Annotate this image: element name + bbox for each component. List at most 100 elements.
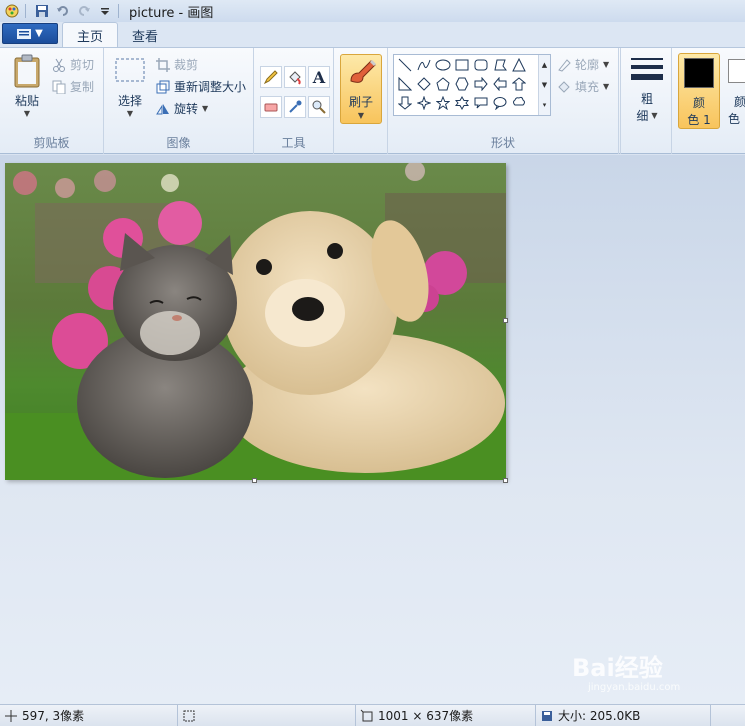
text-tool[interactable]: A — [308, 66, 330, 88]
chevron-down-icon: ▼ — [23, 109, 31, 118]
puppy-kitten-photo — [5, 163, 506, 480]
right-triangle-shape[interactable] — [396, 75, 414, 93]
up-arrow-shape[interactable] — [510, 75, 528, 93]
tab-view[interactable]: 查看 — [118, 23, 172, 47]
color1-label: 色 1 — [687, 113, 711, 127]
rect-callout-icon — [474, 97, 488, 109]
clipboard-group: 粘贴 ▼ 剪切 复制 剪贴板 — [0, 48, 104, 154]
rotate-button[interactable]: 旋转 ▼ — [156, 100, 208, 117]
magnifier-icon — [312, 100, 326, 114]
rounded-rectangle-shape[interactable] — [472, 56, 490, 74]
image-dimensions: 1001 × 637像素 — [378, 709, 474, 723]
status-bar: 597, 3像素 1001 × 637像素 大小: 205.0KB — [0, 704, 745, 726]
triangle-shape[interactable] — [510, 56, 528, 74]
curve-shape[interactable] — [415, 56, 433, 74]
image-size-icon — [360, 709, 373, 721]
size-label: 细 — [636, 109, 649, 123]
chevron-down-icon: ▼ — [202, 104, 209, 113]
group-label: 图像 — [166, 136, 191, 150]
polygon-shape[interactable] — [491, 56, 509, 74]
canvas-image[interactable] — [5, 163, 506, 480]
six-point-star-shape[interactable] — [453, 94, 471, 112]
outline-button[interactable]: 轮廓 ▼ — [557, 56, 609, 73]
rotate-label: 旋转 — [174, 102, 199, 116]
color1-button[interactable]: 颜 色 1 — [678, 53, 720, 129]
file-size-segment: 大小: 205.0KB — [536, 705, 711, 726]
select-button[interactable]: 选择 ▼ — [112, 58, 148, 118]
paste-button[interactable]: 粘贴 ▼ — [8, 54, 46, 118]
rect-callout-shape[interactable] — [472, 94, 490, 112]
line-shape[interactable] — [396, 56, 414, 74]
cut-label: 剪切 — [70, 58, 95, 72]
copy-button[interactable]: 复制 — [52, 78, 94, 95]
expand-gallery-icon[interactable]: ▾ — [543, 101, 547, 109]
undo-icon[interactable] — [54, 2, 72, 20]
cut-button[interactable]: 剪切 — [52, 56, 94, 73]
down-arrow-icon — [398, 96, 412, 110]
resize-handle-right[interactable] — [503, 318, 508, 323]
group-label: 形状 — [490, 136, 515, 150]
customize-dropdown-icon[interactable] — [96, 2, 114, 20]
fill-bucket-icon — [558, 80, 570, 93]
selection-icon — [115, 58, 145, 82]
fill-button[interactable]: 填充 ▼ — [557, 78, 609, 95]
shapes-scrollbar[interactable]: ▲ ▼ ▾ — [538, 55, 550, 115]
resize-handle-bottom[interactable] — [252, 478, 257, 483]
left-arrow-icon — [493, 77, 507, 91]
ribbon: 粘贴 ▼ 剪切 复制 剪贴板 选择 ▼ 裁剪 重新调整大小 旋转 ▼ 图像 A … — [0, 48, 745, 154]
four-point-star-shape[interactable] — [415, 94, 433, 112]
color-picker-tool[interactable] — [284, 96, 306, 118]
size-button[interactable]: 粗 细 ▼ — [629, 56, 665, 124]
watermark-url: jingyan.baidu.com — [588, 682, 681, 693]
resize-handle-corner[interactable] — [503, 478, 508, 483]
fill-tool[interactable] — [284, 66, 306, 88]
resize-button[interactable]: 重新调整大小 — [156, 78, 246, 95]
hexagon-shape[interactable] — [453, 75, 471, 93]
scroll-down-icon[interactable]: ▼ — [542, 81, 547, 89]
chevron-down-icon: ▼ — [603, 82, 610, 91]
size-group: 粗 细 ▼ — [620, 48, 672, 154]
chevron-down-icon: ▼ — [651, 111, 658, 120]
text-a-icon: A — [312, 67, 326, 87]
size-label-row: 细 ▼ — [636, 107, 657, 124]
hexagon-icon — [455, 77, 469, 91]
tab-label: 查看 — [132, 29, 159, 45]
five-point-star-shape[interactable] — [434, 94, 452, 112]
oval-callout-icon — [493, 97, 507, 110]
rectangle-shape[interactable] — [453, 56, 471, 74]
clipboard-icon — [14, 54, 40, 88]
chevron-down-icon: ▼ — [357, 111, 365, 120]
resize-icon — [156, 80, 170, 93]
eraser-tool[interactable] — [260, 96, 282, 118]
oval-callout-shape[interactable] — [491, 94, 509, 112]
pentagon-shape[interactable] — [434, 75, 452, 93]
pencil-tool[interactable] — [260, 66, 282, 88]
tab-label: 主页 — [77, 29, 104, 45]
down-arrow-shape[interactable] — [396, 94, 414, 112]
cloud-callout-icon — [513, 96, 525, 106]
group-label: 剪贴板 — [33, 136, 70, 150]
tab-home[interactable]: 主页 — [62, 22, 119, 47]
cloud-callout-shape[interactable] — [510, 94, 528, 112]
diamond-shape[interactable] — [415, 75, 433, 93]
file-menu-button[interactable]: ▼ — [2, 23, 58, 44]
canvas-area[interactable] — [0, 155, 745, 704]
pencil-icon — [263, 70, 278, 85]
rounded-rectangle-icon — [474, 59, 488, 71]
color2-label: 颜 — [734, 95, 745, 109]
eraser-icon — [264, 103, 278, 112]
paste-label: 粘贴 — [14, 94, 39, 108]
copy-label: 复制 — [70, 80, 95, 94]
redo-icon[interactable] — [75, 2, 93, 20]
brushes-button[interactable]: 刷子 ▼ — [340, 54, 382, 124]
left-arrow-shape[interactable] — [491, 75, 509, 93]
color2-button[interactable]: 颜 色 — [724, 53, 745, 129]
crop-button[interactable]: 裁剪 — [156, 56, 198, 73]
paint-app-icon[interactable] — [3, 2, 21, 20]
scroll-up-icon[interactable]: ▲ — [542, 61, 547, 69]
curve-icon — [417, 59, 431, 71]
magnifier-tool[interactable] — [308, 96, 330, 118]
oval-shape[interactable] — [434, 56, 452, 74]
right-arrow-shape[interactable] — [472, 75, 490, 93]
save-icon[interactable] — [33, 2, 51, 20]
